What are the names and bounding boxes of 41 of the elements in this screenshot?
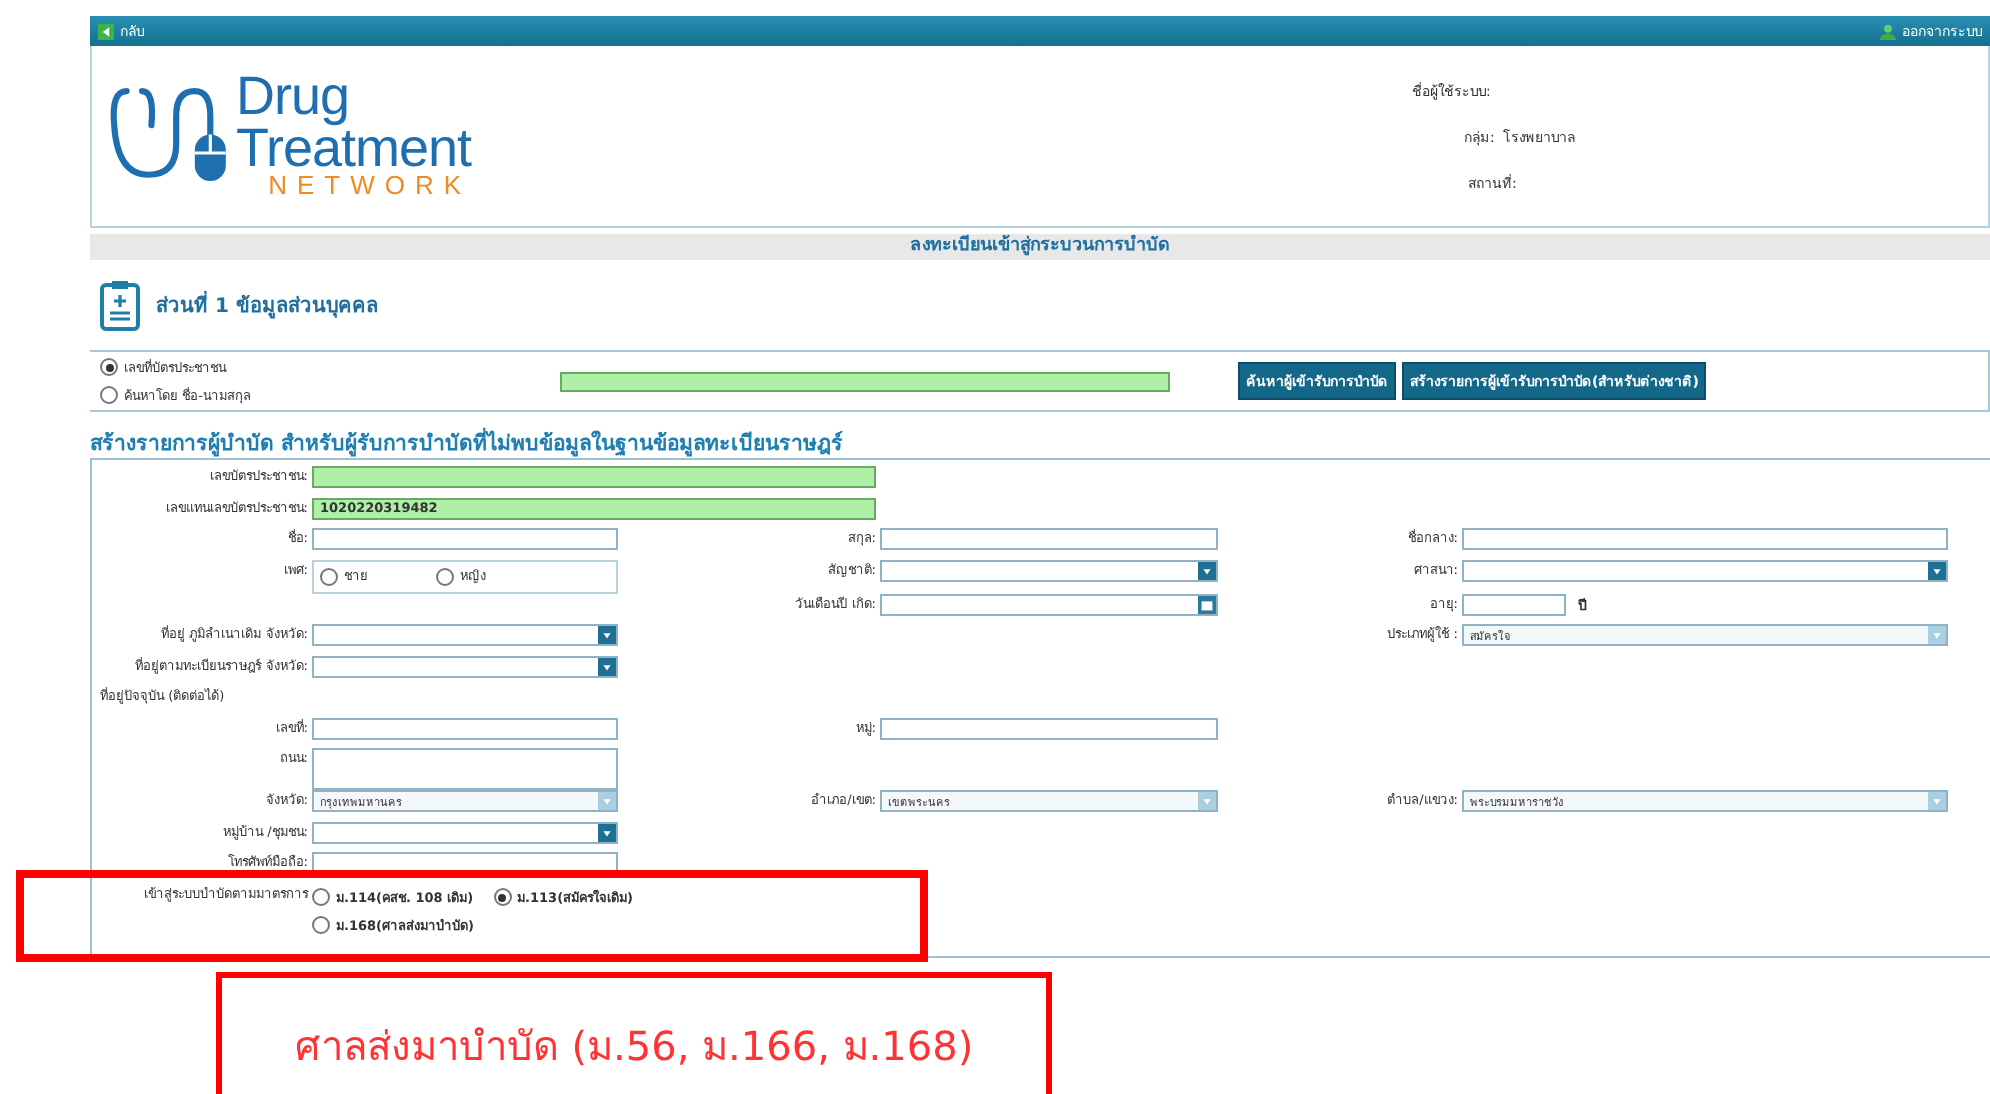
user-icon <box>1880 23 1896 39</box>
annotation-text: ศาลส่งมาบำบัด (ม.56, ม.166, ม.168) <box>294 1020 974 1066</box>
logo-text: Drug <box>236 72 352 124</box>
logo-text: NETWORK <box>266 174 472 200</box>
date-field[interactable] <box>880 593 1218 615</box>
caret-icon <box>1928 626 1946 644</box>
radio-button[interactable] <box>320 567 338 585</box>
logo-text: Treatment <box>236 123 472 175</box>
radio-button[interactable] <box>436 567 454 585</box>
radio-button[interactable] <box>493 888 512 906</box>
caret-icon <box>1928 792 1946 810</box>
section-title: ส่วนที่ 1 ข้อมูลส่วนบุคคล <box>156 290 378 320</box>
back-icon[interactable] <box>98 23 114 39</box>
radio-button[interactable] <box>100 386 118 404</box>
input-field[interactable] <box>880 528 1218 550</box>
input-field[interactable] <box>312 466 876 488</box>
form-title: สร้างรายการผู้บำบัด สำหรับผู้รับการบำบัดที่ไม่พบข้อมูลในฐานข้อมูลทะเบียนราษฎร์ <box>90 426 1990 460</box>
dropdown[interactable] <box>880 559 1218 581</box>
input-field[interactable] <box>1462 593 1566 615</box>
calendar-icon[interactable] <box>1198 595 1216 613</box>
dropdown[interactable] <box>312 821 618 843</box>
radio-button[interactable] <box>312 916 330 934</box>
caret-icon <box>598 823 616 841</box>
radio-button[interactable] <box>312 888 330 906</box>
search-field[interactable] <box>560 371 1170 391</box>
caret-icon <box>1198 561 1216 579</box>
caret-icon <box>598 626 616 644</box>
dropdown[interactable] <box>1462 559 1948 581</box>
dropdown[interactable] <box>312 655 618 677</box>
radio-button[interactable] <box>100 358 118 376</box>
input-field[interactable] <box>312 717 618 739</box>
caret-icon <box>598 792 616 810</box>
page-title: ลงทะเบียนเข้าสู่กระบวนการบำบัด <box>910 236 1170 256</box>
caret-icon <box>598 657 616 675</box>
input-field[interactable] <box>312 528 618 550</box>
clipboard-icon <box>100 278 140 332</box>
caret-icon <box>1198 792 1216 810</box>
input-field[interactable] <box>1462 528 1948 550</box>
dropdown[interactable] <box>312 624 618 646</box>
caret-icon <box>1928 561 1946 579</box>
input-field[interactable] <box>880 717 1218 739</box>
